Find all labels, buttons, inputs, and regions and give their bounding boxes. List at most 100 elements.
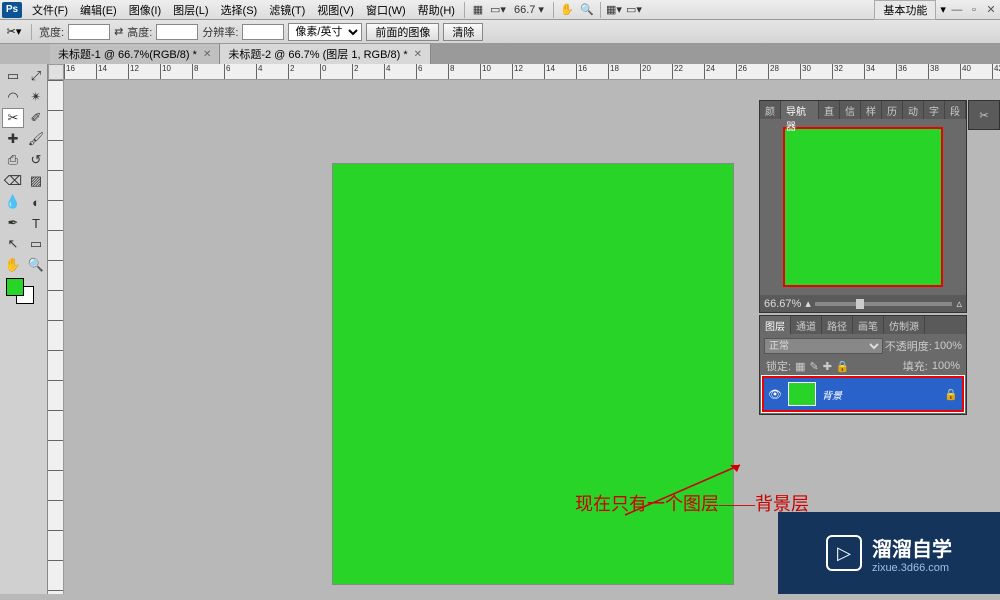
eraser-tool-icon[interactable]: ⌫: [2, 171, 24, 191]
wand-tool-icon[interactable]: ✴: [25, 87, 47, 107]
lock-label: 锁定:: [766, 358, 791, 374]
panel-tab-actions[interactable]: 动: [903, 101, 924, 119]
front-image-button[interactable]: 前面的图像: [366, 23, 439, 41]
panel-tab-brushes[interactable]: 画笔: [853, 316, 884, 334]
resolution-input[interactable]: [242, 24, 284, 40]
panel-tab-color[interactable]: 颜: [760, 101, 781, 119]
unit-select[interactable]: 像素/英寸: [288, 23, 362, 41]
doc-tab-1[interactable]: 未标题-1 @ 66.7%(RGB/8) * ✕: [50, 44, 220, 64]
height-input[interactable]: [156, 24, 198, 40]
canvas[interactable]: [333, 164, 733, 584]
lock-icon: 🔒: [944, 388, 958, 401]
marquee-tool-icon[interactable]: ⤢: [25, 66, 47, 86]
panel-tab-navigator[interactable]: 导航器: [781, 101, 819, 119]
zoom-tool-icon[interactable]: 🔍: [25, 255, 47, 275]
menu-select[interactable]: 选择(S): [215, 0, 264, 20]
menu-help[interactable]: 帮助(H): [412, 0, 461, 20]
workspace-button[interactable]: 基本功能: [874, 0, 936, 20]
move-tool-icon[interactable]: ▭: [2, 66, 24, 86]
shape-tool-icon[interactable]: ▭: [25, 234, 47, 254]
tab-close-icon[interactable]: ✕: [203, 49, 211, 60]
watermark: ▷ 溜溜自学 zixue.3d66.com: [778, 512, 1000, 594]
maximize-icon[interactable]: ▫: [967, 4, 981, 16]
height-label: 高度:: [127, 24, 152, 40]
menu-view[interactable]: 视图(V): [311, 0, 360, 20]
panel-tab-layers[interactable]: 图层: [760, 316, 791, 334]
blend-mode-select[interactable]: 正常: [764, 338, 883, 354]
zoom-slider[interactable]: [815, 302, 953, 306]
gradient-tool-icon[interactable]: ▨: [25, 171, 47, 191]
menu-edit[interactable]: 编辑(E): [74, 0, 123, 20]
layer-background[interactable]: 👁 背景 🔒: [762, 376, 964, 412]
eyedropper-tool-icon[interactable]: ✐: [25, 108, 47, 128]
menu-file[interactable]: 文件(F): [26, 0, 74, 20]
watermark-title: 溜溜自学: [872, 533, 952, 562]
heal-tool-icon[interactable]: ✚: [2, 129, 24, 149]
menu-image[interactable]: 图像(I): [123, 0, 167, 20]
lock-pixel-icon[interactable]: ✎: [809, 360, 818, 373]
layer-thumbnail[interactable]: [788, 382, 816, 406]
path-select-icon[interactable]: ↖: [2, 234, 24, 254]
hand-tool-icon[interactable]: ✋: [559, 2, 575, 18]
lock-pos-icon[interactable]: ✚: [823, 360, 832, 373]
crop-tool-icon[interactable]: ✂: [2, 108, 24, 128]
dodge-tool-icon[interactable]: ◐: [25, 192, 47, 212]
crop-tool-icon[interactable]: ✂▾: [4, 22, 24, 42]
panel-tab-char[interactable]: 字: [924, 101, 945, 119]
zoom-in-icon[interactable]: ▵: [956, 297, 962, 310]
stamp-tool-icon[interactable]: ⎙: [2, 150, 24, 170]
opacity-value[interactable]: 100%: [934, 340, 962, 352]
zoom-level[interactable]: 66.7 ▾: [514, 3, 544, 16]
window-controls: — ▫ ✕: [950, 3, 998, 16]
width-input[interactable]: [68, 24, 110, 40]
layers-panel: 图层 通道 路径 画笔 仿制源 正常 不透明度: 100% 锁定: ▦ ✎ ✚ …: [759, 315, 967, 415]
zoom-out-icon[interactable]: ▴: [805, 297, 811, 310]
panel-tab-histogram[interactable]: 直: [819, 101, 840, 119]
panel-tab-paths[interactable]: 路径: [822, 316, 853, 334]
collapsed-panel-icon[interactable]: ✂: [968, 100, 1000, 130]
menu-filter[interactable]: 滤镜(T): [263, 0, 311, 20]
blur-tool-icon[interactable]: 💧: [2, 192, 24, 212]
close-icon[interactable]: ✕: [984, 3, 998, 16]
lock-trans-icon[interactable]: ▦: [795, 360, 805, 373]
pen-tool-icon[interactable]: ✒: [2, 213, 24, 233]
launch-bridge-icon[interactable]: ▦: [470, 2, 486, 18]
history-brush-icon[interactable]: ↺: [25, 150, 47, 170]
navigator-zoom-value[interactable]: 66.67%: [764, 298, 801, 310]
hand-tool-icon[interactable]: ✋: [2, 255, 24, 275]
color-swatches[interactable]: [2, 276, 47, 306]
panel-tab-styles[interactable]: 样: [861, 101, 882, 119]
screen-mode2-icon[interactable]: ▭▾: [626, 2, 642, 18]
zoom-tool-icon[interactable]: 🔍: [579, 2, 595, 18]
panel-tab-para[interactable]: 段: [945, 101, 966, 119]
tab-close-icon[interactable]: ✕: [414, 49, 422, 60]
layer-name-label[interactable]: 背景: [822, 387, 938, 402]
minimize-icon[interactable]: —: [950, 4, 964, 16]
panel-tab-info[interactable]: 信: [840, 101, 861, 119]
panels-dock: 颜 导航器 直 信 样 历 动 字 段 66.67% ▴ ▵ 图层 通道 路径 …: [759, 100, 967, 417]
lasso-tool-icon[interactable]: ◠: [2, 87, 24, 107]
workspace-menu-icon[interactable]: ▾: [940, 3, 946, 16]
visibility-icon[interactable]: 👁: [768, 387, 782, 401]
width-label: 宽度:: [39, 24, 64, 40]
screen-mode-icon[interactable]: ▭▾: [490, 2, 506, 18]
panel-tab-history[interactable]: 历: [882, 101, 903, 119]
arrange-docs-icon[interactable]: ▦▾: [606, 2, 622, 18]
fill-value[interactable]: 100%: [932, 360, 960, 372]
lock-all-icon[interactable]: 🔒: [836, 360, 850, 373]
toolbox: ▭ ⤢ ◠ ✴ ✂ ✐ ✚ 🖌 ⎙ ↺ ⌫ ▨ 💧 ◐ ✒ T ↖ ▭ ✋ 🔍: [0, 64, 48, 594]
menu-window[interactable]: 窗口(W): [360, 0, 412, 20]
panel-tab-channels[interactable]: 通道: [791, 316, 822, 334]
play-icon: ▷: [826, 535, 862, 571]
swap-icon[interactable]: ⇄: [114, 25, 123, 38]
type-tool-icon[interactable]: T: [25, 213, 47, 233]
clear-button[interactable]: 清除: [443, 23, 483, 41]
doc-tab-label: 未标题-1 @ 66.7%(RGB/8) *: [58, 46, 197, 62]
foreground-color[interactable]: [6, 278, 24, 296]
brush-tool-icon[interactable]: 🖌: [25, 129, 47, 149]
panel-tab-clone[interactable]: 仿制源: [884, 316, 925, 334]
doc-tab-2[interactable]: 未标题-2 @ 66.7% (图层 1, RGB/8) * ✕: [220, 44, 431, 64]
menu-layer[interactable]: 图层(L): [167, 0, 214, 20]
horizontal-ruler: 1614121086420246810121416182022242628303…: [64, 64, 1000, 80]
navigator-thumbnail[interactable]: [783, 127, 943, 287]
